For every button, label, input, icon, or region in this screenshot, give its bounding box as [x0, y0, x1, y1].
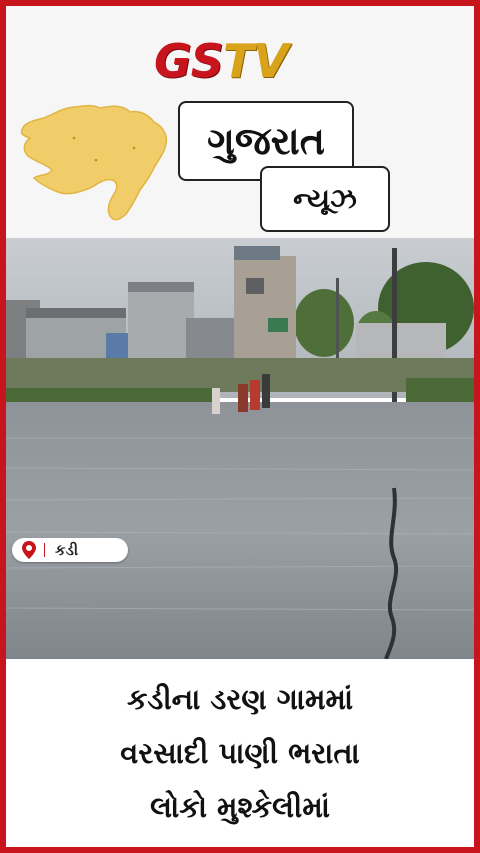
location-tag: કડી [12, 538, 128, 562]
headline: કડીના ડરણ ગામમાં વરસાદી પાણી ભરાતા લોકો … [6, 659, 474, 847]
location-label: કડી [55, 541, 79, 559]
post-card: GS TV ગુજરાત ન્યૂઝ કડી કડીના ડરણ ગામમાં … [6, 6, 474, 847]
news-subtitle-box: ન્યૂઝ [260, 166, 390, 232]
logo-tv-text: TV [222, 34, 289, 88]
logo-gs-text: GS [154, 34, 224, 88]
location-divider [44, 543, 45, 557]
news-subtitle: ન્યૂઝ [293, 182, 357, 215]
header: GS TV ગુજરાત ન્યૂઝ [6, 6, 474, 238]
headline-line-2: વરસાદી પાણી ભરાતા [120, 736, 360, 770]
gstv-logo: GS TV [154, 34, 289, 88]
map-pin-icon [22, 541, 36, 559]
headline-line-3: લોકો મુશ્કેલીમાં [150, 790, 330, 824]
gujarat-title: ગુજરાત [207, 118, 325, 163]
flooded-village-photo [6, 238, 474, 659]
gujarat-map-icon [20, 104, 168, 221]
headline-line-1: કડીના ડરણ ગામમાં [126, 682, 354, 716]
